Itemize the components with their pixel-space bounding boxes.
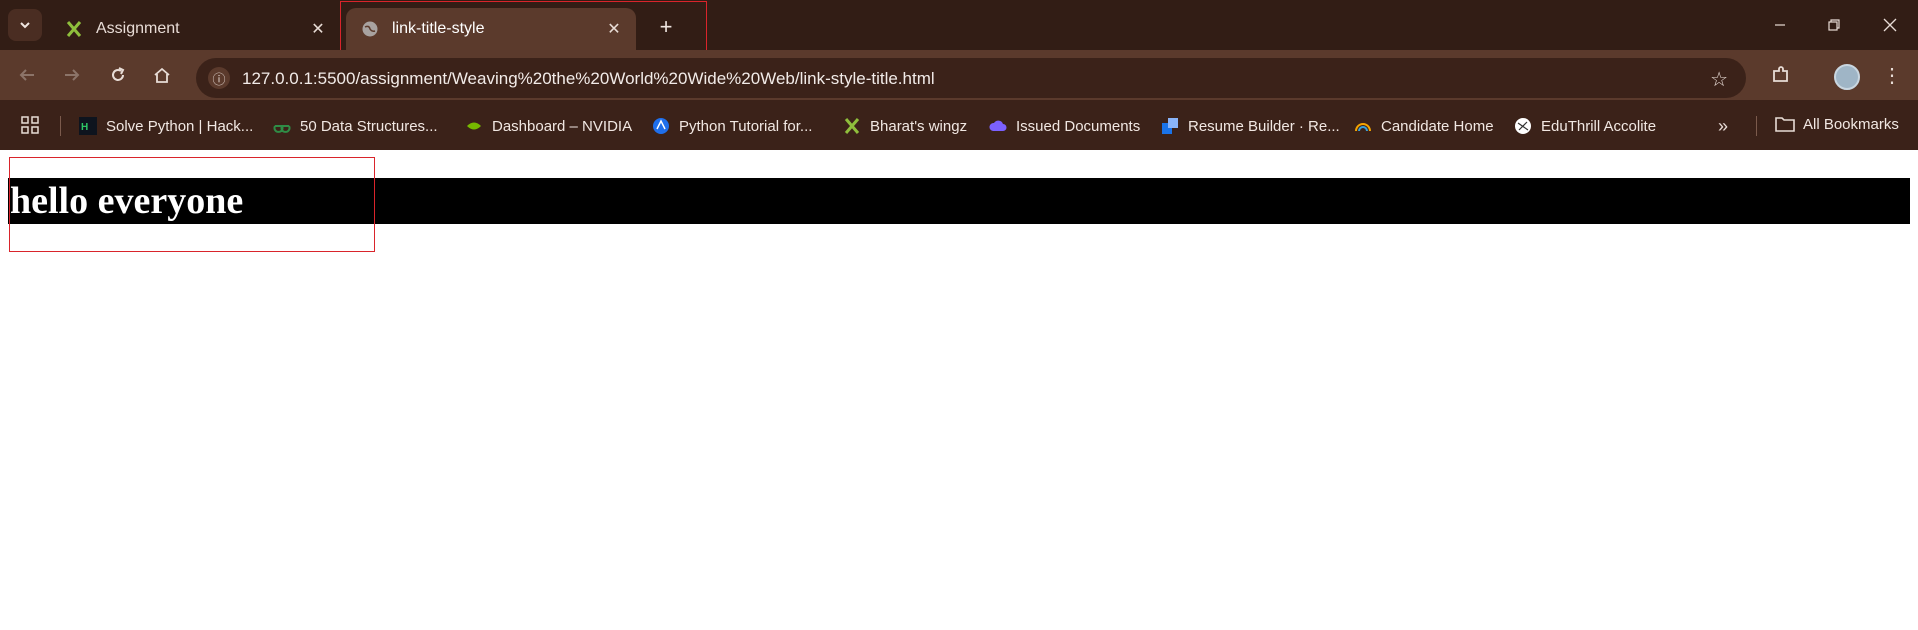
url-text[interactable]: 127.0.0.1:5500/assignment/Weaving%20the%… bbox=[242, 69, 935, 89]
gfg-icon bbox=[272, 116, 292, 136]
rainbow-icon bbox=[1353, 116, 1373, 136]
site-info-icon[interactable]: ⓘ bbox=[208, 67, 230, 89]
divider bbox=[1756, 116, 1757, 136]
reload-icon[interactable] bbox=[103, 60, 133, 90]
bookmark-item[interactable]: Dashboard – NVIDIA bbox=[464, 115, 632, 137]
bookmark-item[interactable]: EduThrill Accolite bbox=[1513, 115, 1656, 137]
page-content: hello everyone bbox=[0, 150, 1918, 630]
tab-assignment[interactable]: Assignment ✕ bbox=[50, 8, 340, 50]
tab-title: Assignment bbox=[96, 20, 180, 37]
forward-arrow-icon[interactable] bbox=[57, 60, 87, 90]
bookmark-item[interactable]: Issued Documents bbox=[988, 115, 1140, 137]
bookmarks-bar: H Solve Python | Hack... 50 Data Structu… bbox=[0, 108, 1918, 142]
globe-icon bbox=[1513, 116, 1533, 136]
tab-strip: Assignment ✕ link-title-style ✕ + bbox=[0, 0, 1918, 55]
restore-icon[interactable] bbox=[1814, 10, 1854, 40]
bookmark-item[interactable]: Candidate Home bbox=[1353, 115, 1494, 137]
folder-icon bbox=[1775, 115, 1795, 133]
bookmark-item[interactable]: 50 Data Structures... bbox=[272, 115, 438, 137]
close-window-icon[interactable] bbox=[1870, 10, 1910, 40]
squares-icon bbox=[1160, 116, 1180, 136]
toolbar: ⓘ 127.0.0.1:5500/assignment/Weaving%20th… bbox=[0, 50, 1918, 100]
home-icon[interactable] bbox=[147, 60, 177, 90]
highlight-box bbox=[340, 1, 707, 55]
circle-icon bbox=[651, 116, 671, 136]
star-icon[interactable]: ☆ bbox=[1710, 67, 1728, 92]
cloud-icon bbox=[988, 116, 1008, 136]
nvidia-icon bbox=[464, 116, 484, 136]
more-bookmarks-icon[interactable]: » bbox=[1718, 116, 1728, 137]
close-icon[interactable]: ✕ bbox=[306, 17, 330, 41]
extensions-icon[interactable] bbox=[1766, 60, 1796, 90]
scissors-icon bbox=[842, 116, 862, 136]
tab-search-button[interactable] bbox=[8, 9, 42, 41]
bookmark-item[interactable]: Resume Builder · Re... bbox=[1160, 115, 1340, 137]
hackerrank-icon: H bbox=[78, 116, 98, 136]
svg-text:H: H bbox=[81, 122, 88, 133]
all-bookmarks-button[interactable]: All Bookmarks bbox=[1775, 115, 1899, 133]
scissors-icon bbox=[64, 19, 84, 39]
address-bar[interactable]: ⓘ 127.0.0.1:5500/assignment/Weaving%20th… bbox=[196, 58, 1746, 98]
bookmark-item[interactable]: Python Tutorial for... bbox=[651, 115, 812, 137]
bookmark-item[interactable]: H Solve Python | Hack... bbox=[78, 115, 253, 137]
browser-chrome: Assignment ✕ link-title-style ✕ + ⓘ 127.… bbox=[0, 0, 1918, 150]
apps-grid-icon[interactable] bbox=[20, 115, 42, 137]
minimize-icon[interactable] bbox=[1760, 10, 1800, 40]
chevron-down-icon bbox=[20, 22, 30, 29]
back-arrow-icon[interactable] bbox=[12, 60, 42, 90]
bookmark-item[interactable]: Bharat's wingz bbox=[842, 115, 967, 137]
avatar[interactable] bbox=[1834, 64, 1860, 90]
highlight-box bbox=[9, 157, 375, 252]
divider bbox=[60, 116, 61, 136]
more-menu-icon[interactable]: ⋮ bbox=[1880, 60, 1904, 90]
